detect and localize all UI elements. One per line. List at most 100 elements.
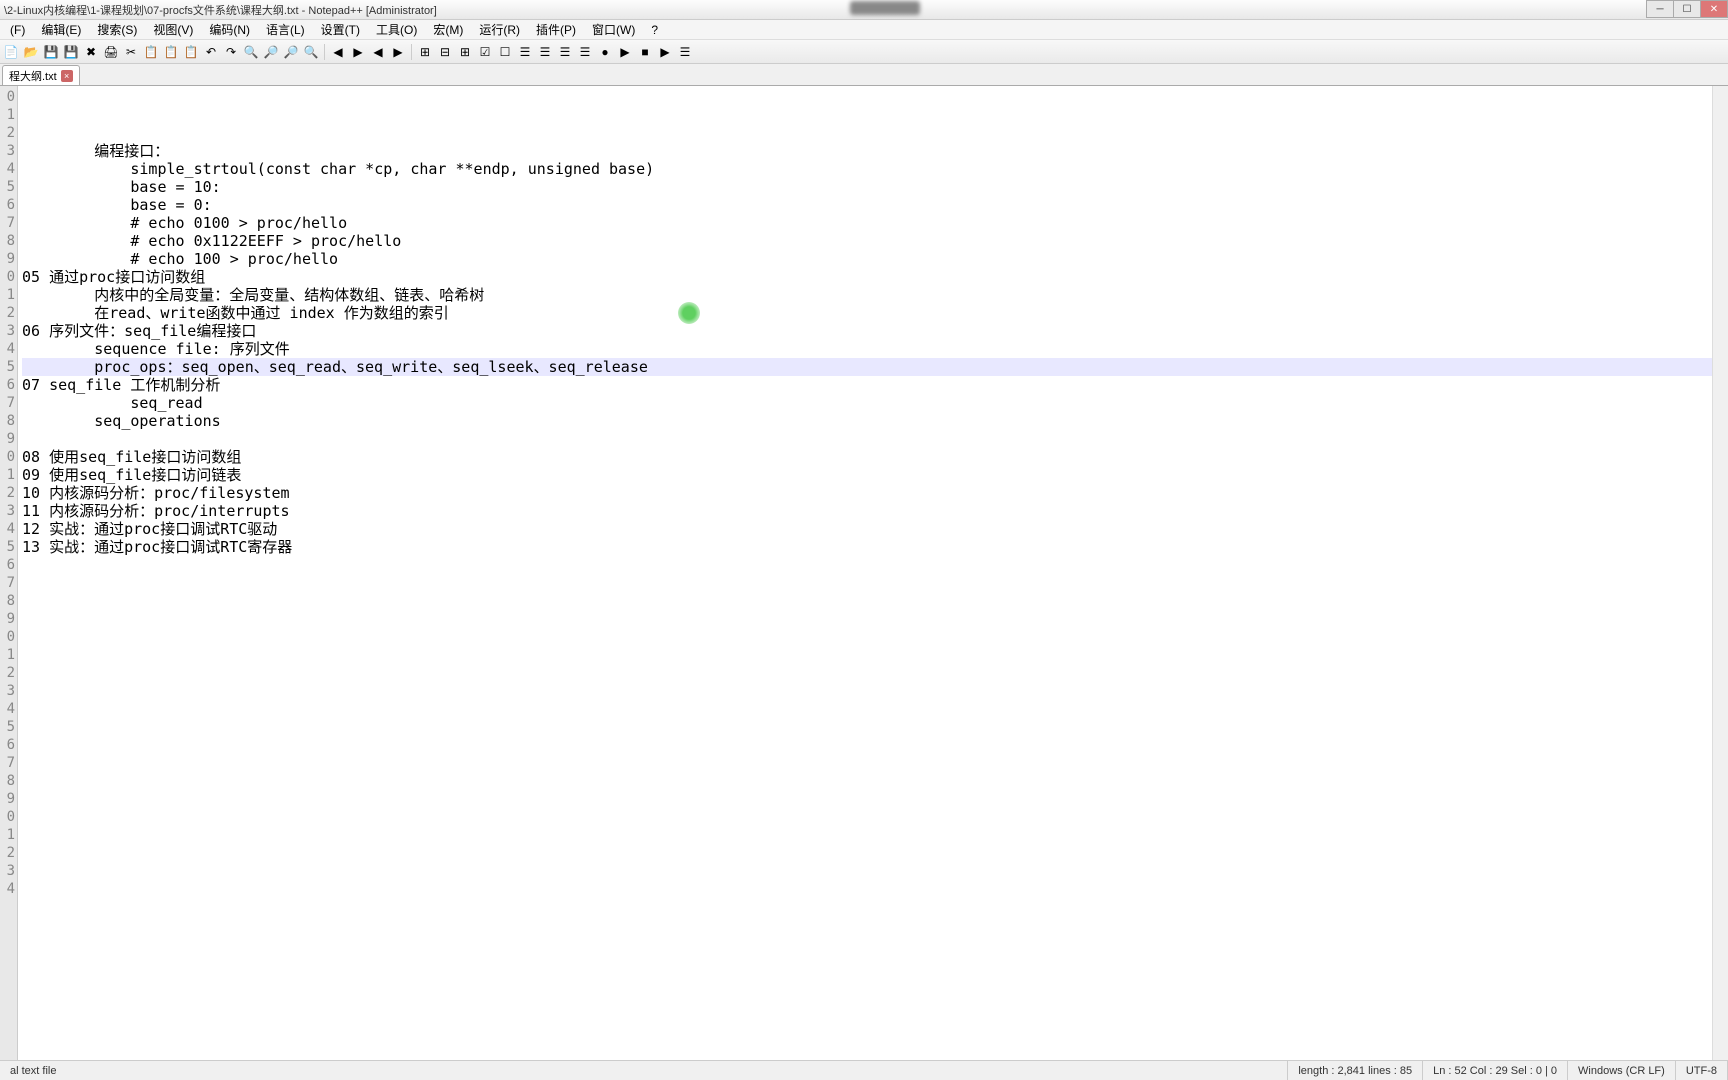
toolbar-button-14[interactable]: 🔎 xyxy=(282,43,300,61)
menu-file[interactable]: (F) xyxy=(2,21,33,39)
toolbar-button-30[interactable]: ☰ xyxy=(576,43,594,61)
code-line[interactable]: 内核中的全局变量：全局变量、结构体数组、链表、哈希树 xyxy=(22,286,1728,304)
code-line[interactable] xyxy=(22,430,1728,448)
toolbar-button-18[interactable]: ▶ xyxy=(349,43,367,61)
menu-help[interactable]: ? xyxy=(643,21,666,39)
code-line[interactable] xyxy=(22,844,1728,862)
toolbar-button-32[interactable]: ▶ xyxy=(616,43,634,61)
vertical-scrollbar[interactable] xyxy=(1712,86,1728,1060)
code-line[interactable] xyxy=(22,754,1728,772)
code-line[interactable] xyxy=(22,880,1728,898)
toolbar-button-22[interactable]: ⊞ xyxy=(416,43,434,61)
toolbar-button-4[interactable]: ✖ xyxy=(82,43,100,61)
code-line[interactable] xyxy=(22,862,1728,880)
code-line[interactable]: seq_operations xyxy=(22,412,1728,430)
code-line[interactable]: 10 内核源码分析：proc/filesystem xyxy=(22,484,1728,502)
menu-window[interactable]: 窗口(W) xyxy=(584,19,643,40)
code-line[interactable] xyxy=(22,628,1728,646)
menu-edit[interactable]: 编辑(E) xyxy=(33,19,89,40)
code-line[interactable]: 13 实战：通过proc接口调试RTC寄存器 xyxy=(22,538,1728,556)
code-line[interactable]: 06 序列文件：seq_file编程接口 xyxy=(22,322,1728,340)
toolbar-button-24[interactable]: ⊞ xyxy=(456,43,474,61)
code-line[interactable] xyxy=(22,898,1728,916)
toolbar-button-25[interactable]: ☑ xyxy=(476,43,494,61)
toolbar-button-15[interactable]: 🔍 xyxy=(302,43,320,61)
toolbar-button-12[interactable]: 🔍 xyxy=(242,43,260,61)
menu-macro[interactable]: 宏(M) xyxy=(425,19,471,40)
toolbar-button-10[interactable]: ↶ xyxy=(202,43,220,61)
menu-search[interactable]: 搜索(S) xyxy=(89,19,145,40)
code-line[interactable]: seq_read xyxy=(22,394,1728,412)
code-line[interactable] xyxy=(22,592,1728,610)
code-line[interactable]: 在read、write函数中通过 index 作为数组的索引 xyxy=(22,304,1728,322)
code-line[interactable] xyxy=(22,916,1728,934)
code-line[interactable] xyxy=(22,646,1728,664)
toolbar-button-35[interactable]: ☰ xyxy=(676,43,694,61)
editor-area[interactable]: 0123456789012345678901234567890123456789… xyxy=(0,86,1728,1060)
toolbar-button-5[interactable]: 🖨 xyxy=(102,43,120,61)
code-line[interactable] xyxy=(22,934,1728,952)
code-line[interactable]: base = 0: xyxy=(22,196,1728,214)
code-line[interactable] xyxy=(22,790,1728,808)
code-line[interactable]: simple_strtoul(const char *cp, char **en… xyxy=(22,160,1728,178)
menu-plugins[interactable]: 插件(P) xyxy=(528,19,584,40)
code-line[interactable] xyxy=(22,718,1728,736)
toolbar-button-20[interactable]: ▶ xyxy=(389,43,407,61)
code-area[interactable]: 编程接口： simple_strtoul(const char *cp, cha… xyxy=(18,86,1728,1060)
code-line[interactable]: sequence file: 序列文件 xyxy=(22,340,1728,358)
code-line[interactable] xyxy=(22,700,1728,718)
code-line[interactable] xyxy=(22,556,1728,574)
toolbar-button-11[interactable]: ↷ xyxy=(222,43,240,61)
code-line[interactable]: # echo 0100 > proc/hello xyxy=(22,214,1728,232)
toolbar-button-0[interactable]: 📄 xyxy=(2,43,20,61)
code-line[interactable] xyxy=(22,574,1728,592)
toolbar-button-23[interactable]: ⊟ xyxy=(436,43,454,61)
menu-view[interactable]: 视图(V) xyxy=(145,19,201,40)
menu-encoding[interactable]: 编码(N) xyxy=(201,19,258,40)
code-line[interactable]: 05 通过proc接口访问数组 xyxy=(22,268,1728,286)
code-line[interactable]: base = 10: xyxy=(22,178,1728,196)
code-line[interactable] xyxy=(22,826,1728,844)
code-line[interactable]: 08 使用seq_file接口访问数组 xyxy=(22,448,1728,466)
minimize-button[interactable]: ─ xyxy=(1646,0,1674,18)
toolbar-button-1[interactable]: 📂 xyxy=(22,43,40,61)
toolbar-button-7[interactable]: 📋 xyxy=(142,43,160,61)
code-line[interactable]: # echo 100 > proc/hello xyxy=(22,250,1728,268)
toolbar-button-13[interactable]: 🔎 xyxy=(262,43,280,61)
code-line[interactable]: 07 seq_file 工作机制分析 xyxy=(22,376,1728,394)
tab-active[interactable]: 程大纲.txt × xyxy=(2,65,80,85)
maximize-button[interactable]: ☐ xyxy=(1673,0,1701,18)
menu-tools[interactable]: 工具(O) xyxy=(368,19,425,40)
code-line[interactable] xyxy=(22,682,1728,700)
code-line[interactable]: 12 实战：通过proc接口调试RTC驱动 xyxy=(22,520,1728,538)
tab-close-icon[interactable]: × xyxy=(61,70,73,82)
menu-run[interactable]: 运行(R) xyxy=(471,19,528,40)
toolbar-button-28[interactable]: ☰ xyxy=(536,43,554,61)
toolbar-button-27[interactable]: ☰ xyxy=(516,43,534,61)
code-line[interactable]: # echo 0x1122EEFF > proc/hello xyxy=(22,232,1728,250)
code-line[interactable] xyxy=(22,808,1728,826)
toolbar-button-9[interactable]: 📋 xyxy=(182,43,200,61)
code-line[interactable]: 11 内核源码分析：proc/interrupts xyxy=(22,502,1728,520)
code-line[interactable]: 编程接口： xyxy=(22,142,1728,160)
toolbar-button-17[interactable]: ◀ xyxy=(329,43,347,61)
code-line[interactable]: 09 使用seq_file接口访问链表 xyxy=(22,466,1728,484)
toolbar-button-6[interactable]: ✂ xyxy=(122,43,140,61)
code-line[interactable] xyxy=(22,772,1728,790)
code-line[interactable] xyxy=(22,610,1728,628)
toolbar-button-33[interactable]: ■ xyxy=(636,43,654,61)
toolbar-button-26[interactable]: ☐ xyxy=(496,43,514,61)
toolbar-button-8[interactable]: 📋 xyxy=(162,43,180,61)
menu-language[interactable]: 语言(L) xyxy=(258,19,313,40)
toolbar-button-3[interactable]: 💾 xyxy=(62,43,80,61)
toolbar-button-34[interactable]: ▶ xyxy=(656,43,674,61)
close-button[interactable]: ✕ xyxy=(1700,0,1728,18)
toolbar-button-31[interactable]: ● xyxy=(596,43,614,61)
code-line[interactable] xyxy=(22,664,1728,682)
toolbar-button-19[interactable]: ◀ xyxy=(369,43,387,61)
toolbar-button-2[interactable]: 💾 xyxy=(42,43,60,61)
code-line[interactable]: proc_ops：seq_open、seq_read、seq_write、seq… xyxy=(22,358,1728,376)
menu-settings[interactable]: 设置(T) xyxy=(313,19,368,40)
toolbar-button-29[interactable]: ☰ xyxy=(556,43,574,61)
code-line[interactable] xyxy=(22,736,1728,754)
